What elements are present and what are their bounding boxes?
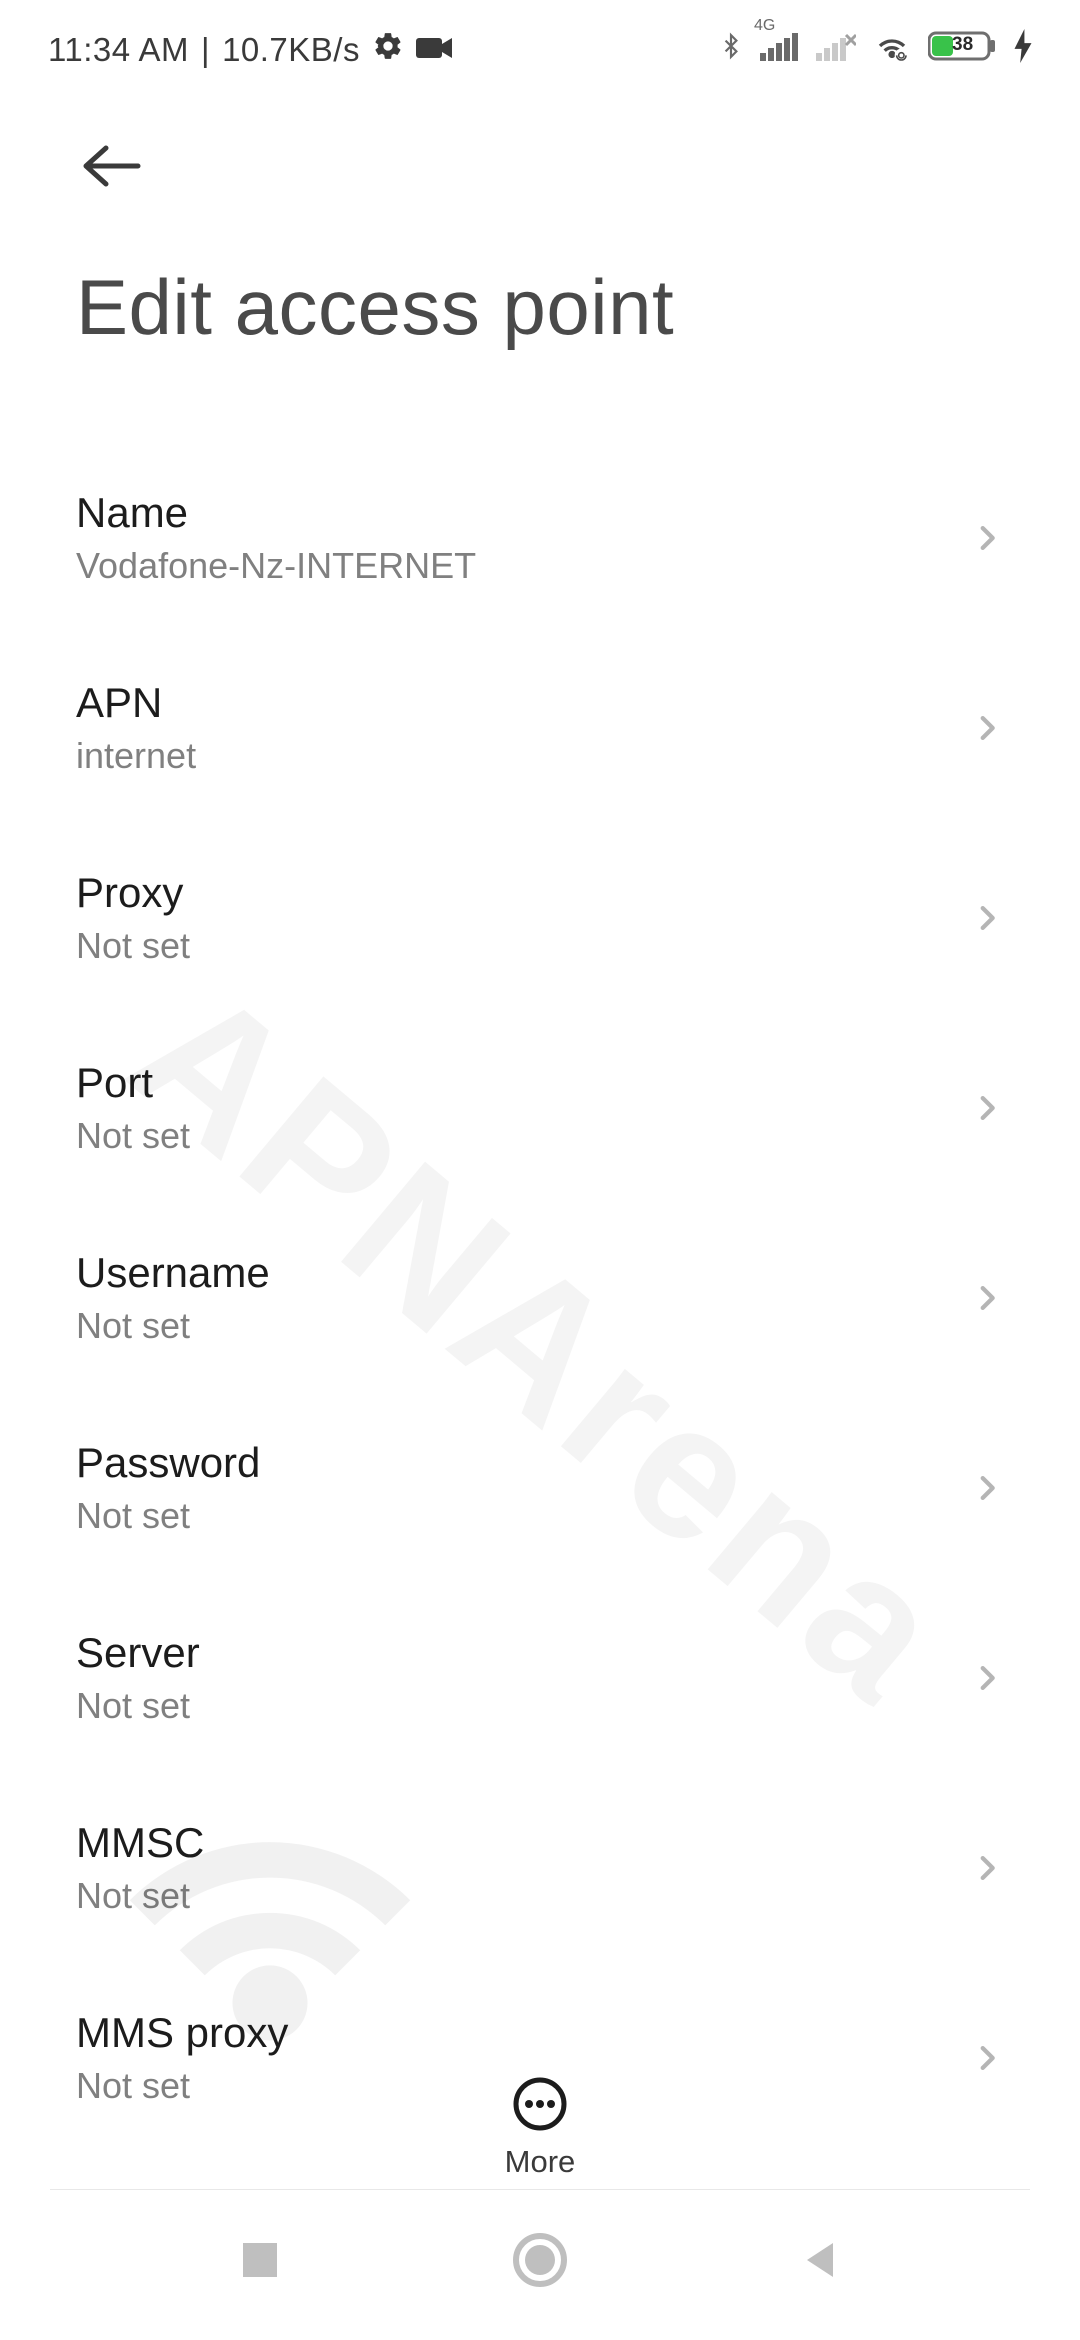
apn-row-proxy[interactable]: Proxy Not set (76, 823, 1004, 1013)
more-horizontal-icon (512, 2076, 568, 2132)
settings-list[interactable]: APNArena Name Vodafone-Nz-INTERNET APN i… (0, 443, 1080, 2223)
charging-icon (1014, 29, 1032, 71)
more-button[interactable]: More (505, 2076, 576, 2180)
row-label: MMS proxy (76, 2009, 288, 2057)
chevron-right-icon (970, 521, 1004, 555)
row-label: Proxy (76, 869, 190, 917)
chevron-right-icon (970, 711, 1004, 745)
row-value: Not set (76, 1305, 270, 1347)
status-left: 11:34 AM | 10.7KB/s (48, 30, 452, 70)
row-value: Vodafone-Nz-INTERNET (76, 545, 476, 587)
more-label: More (505, 2144, 576, 2180)
signal-sim2-icon (816, 31, 856, 69)
status-speed: 10.7KB/s (222, 31, 360, 69)
row-value: Not set (76, 925, 190, 967)
chevron-right-icon (970, 1281, 1004, 1315)
apn-row-server[interactable]: Server Not set (76, 1583, 1004, 1773)
arrow-left-icon (80, 142, 144, 190)
row-label: Port (76, 1059, 190, 1107)
signal-net-label: 4G (754, 17, 775, 35)
row-value: Not set (76, 1495, 260, 1537)
chevron-right-icon (970, 1091, 1004, 1125)
wifi-icon (872, 30, 912, 70)
apn-row-apn[interactable]: APN internet (76, 633, 1004, 823)
home-button[interactable] (504, 2224, 576, 2296)
status-time: 11:34 AM (48, 31, 189, 69)
apn-row-port[interactable]: Port Not set (76, 1013, 1004, 1203)
row-value: Not set (76, 1685, 200, 1727)
row-label: Username (76, 1249, 270, 1297)
page-title: Edit access point (76, 262, 1004, 353)
apn-row-username[interactable]: Username Not set (76, 1203, 1004, 1393)
circle-icon (512, 2232, 568, 2288)
back-button[interactable] (76, 130, 148, 202)
row-label: Name (76, 489, 476, 537)
status-sep: | (201, 31, 210, 69)
camera-icon (416, 31, 452, 69)
row-value: internet (76, 735, 196, 777)
apn-row-mmsc[interactable]: MMSC Not set (76, 1773, 1004, 1963)
row-label: Password (76, 1439, 260, 1487)
bottom-divider (50, 2189, 1030, 2190)
battery-icon: 38 (928, 29, 998, 71)
chevron-right-icon (970, 901, 1004, 935)
settings-icon (372, 30, 404, 70)
back-nav-button[interactable] (784, 2224, 856, 2296)
signal-sim1-icon: 4G (760, 31, 800, 69)
battery-pct: 38 (952, 34, 973, 56)
chevron-right-icon (970, 1851, 1004, 1885)
recents-button[interactable] (224, 2224, 296, 2296)
chevron-right-icon (970, 1471, 1004, 1505)
row-value: Not set (76, 1115, 190, 1157)
status-right: 4G 38 (718, 28, 1032, 72)
row-value: Not set (76, 1875, 204, 1917)
bluetooth-icon (718, 28, 744, 72)
chevron-right-icon (970, 1661, 1004, 1695)
row-label: MMSC (76, 1819, 204, 1867)
chevron-right-icon (970, 2041, 1004, 2075)
row-label: APN (76, 679, 196, 727)
row-label: Server (76, 1629, 200, 1677)
apn-row-name[interactable]: Name Vodafone-Nz-INTERNET (76, 443, 1004, 633)
triangle-left-icon (799, 2239, 841, 2281)
status-bar: 11:34 AM | 10.7KB/s 4G 38 (0, 0, 1080, 74)
system-nav-bar (0, 2200, 1080, 2320)
square-icon (239, 2239, 281, 2281)
apn-row-password[interactable]: Password Not set (76, 1393, 1004, 1583)
